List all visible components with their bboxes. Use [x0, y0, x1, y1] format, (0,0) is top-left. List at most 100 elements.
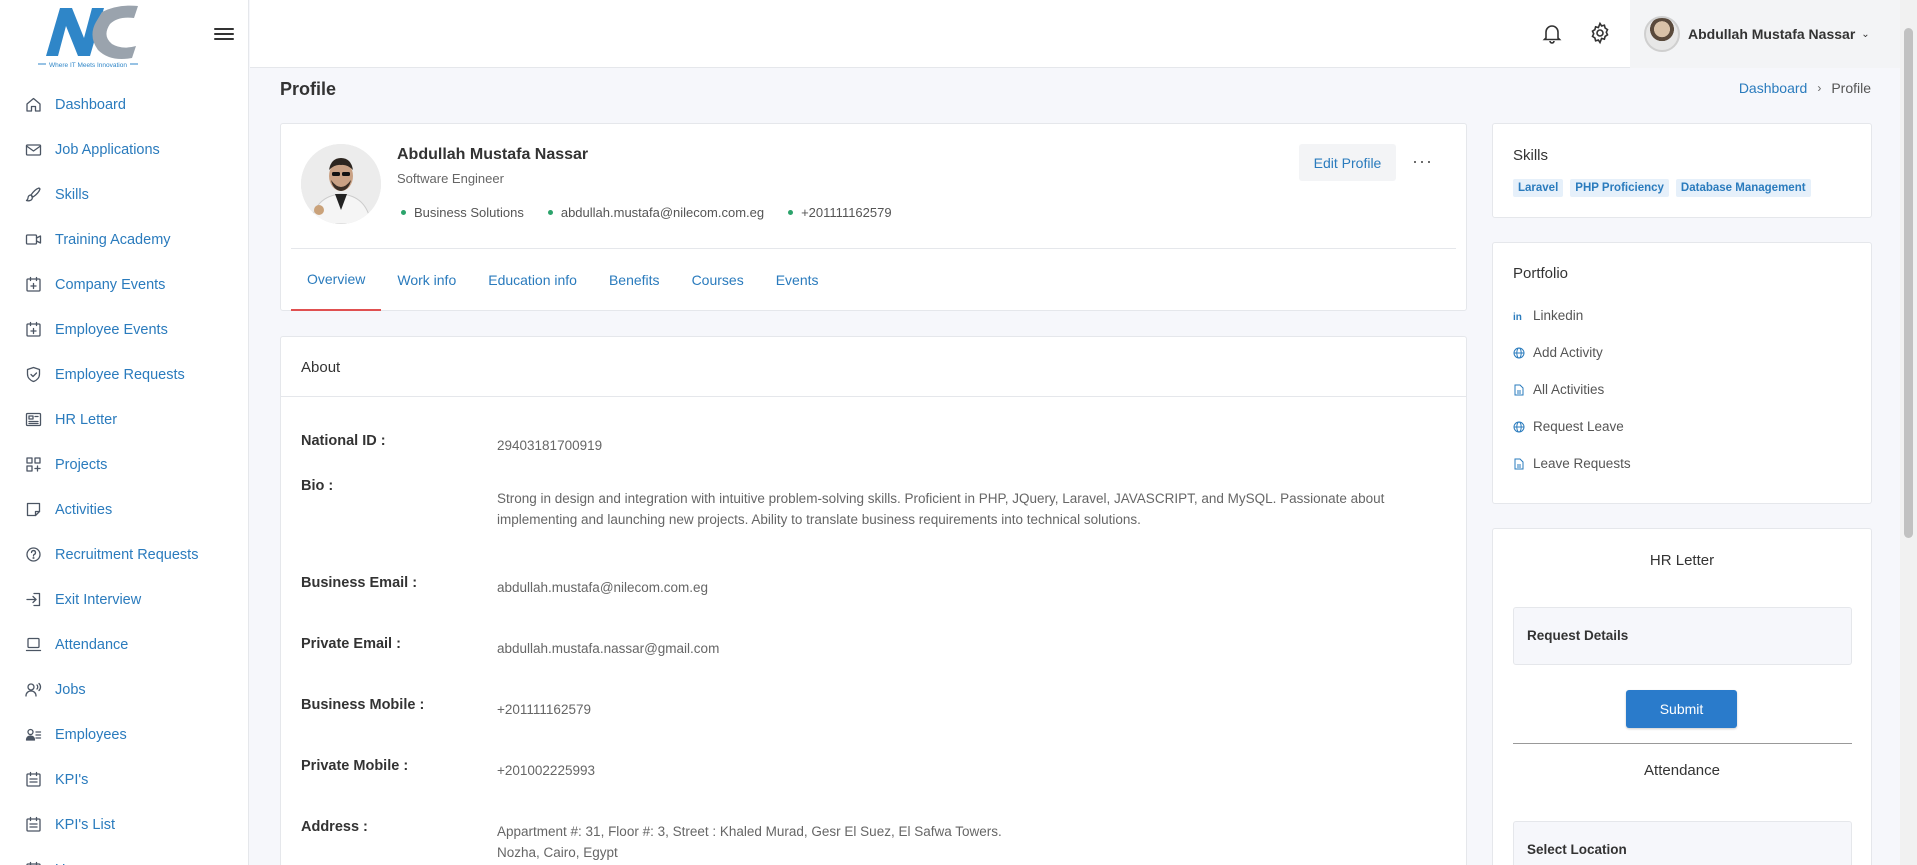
hr-letter-title: HR Letter	[1649, 552, 1715, 569]
sidebar-item-job-applications[interactable]: Job Applications	[0, 127, 249, 172]
chevron-down-icon: ⌄	[1861, 28, 1870, 40]
field-label: Address :	[301, 819, 368, 835]
sidebar-item-skills[interactable]: Skills	[0, 172, 249, 217]
page-title: Profile	[280, 79, 337, 99]
sidebar-item-label: Projects	[55, 456, 108, 473]
user-list-icon	[25, 726, 42, 743]
field-label: National ID :	[301, 433, 386, 449]
notification-bell-icon[interactable]	[1540, 21, 1564, 45]
edit-profile-button[interactable]: Edit Profile	[1299, 144, 1396, 181]
sidebar-item-hr-letter[interactable]: HR Letter	[0, 397, 249, 442]
tab-overview[interactable]: Overview	[291, 249, 382, 311]
sidebar-item-kpi-s[interactable]: KPI's	[0, 757, 249, 802]
divider	[1513, 743, 1852, 744]
note-icon	[25, 501, 42, 518]
calendar-list-icon	[25, 816, 42, 833]
hr-letter-card: HR Letter Request Details Submit Attenda…	[1492, 528, 1872, 865]
more-options-icon[interactable]: ···	[1412, 151, 1433, 172]
help-circle-icon	[25, 546, 42, 563]
portfolio-item-label: Request Leave	[1533, 419, 1624, 434]
sidebar-nav: Dashboard Job Applications Skills Training …	[0, 82, 249, 865]
request-details-field[interactable]: Request Details	[1513, 607, 1852, 665]
sidebar-item-label: KPI's	[55, 771, 89, 788]
sidebar-item-attendance[interactable]: Attendance	[0, 622, 249, 667]
sidebar-item-employee-events[interactable]: Employee Events	[0, 307, 249, 352]
brand-tagline: Where IT Meets Innovation	[49, 62, 127, 69]
field-value: 29403181700919	[497, 438, 603, 453]
sidebar-item-training-academy[interactable]: Training Academy	[0, 217, 249, 262]
brand-logo[interactable]: Where IT Meets Innovation	[38, 2, 168, 70]
scrollbar-thumb[interactable]	[1904, 28, 1913, 538]
file-icon	[1513, 458, 1525, 470]
sidebar-item-label: Employees	[55, 726, 127, 743]
skill-chip: Database Management	[1675, 179, 1811, 197]
tab-work-info[interactable]: Work info	[381, 249, 472, 311]
calendar-plus-icon	[25, 321, 42, 338]
select-location-field[interactable]: Select Location	[1513, 821, 1852, 865]
field-label: Bio :	[301, 478, 334, 494]
settings-gear-icon[interactable]	[1588, 21, 1612, 45]
profile-department: Business Solutions	[397, 205, 524, 220]
sidebar-item-company-events[interactable]: Company Events	[0, 262, 249, 307]
sign-in-icon	[25, 591, 42, 608]
portfolio-add-activity-link[interactable]: Add Activity	[1513, 345, 1603, 360]
sidebar-item-label: Job Applications	[55, 141, 160, 158]
portfolio-linkedin-link[interactable]: in Linkedin	[1513, 308, 1583, 323]
tab-education-info[interactable]: Education info	[472, 249, 593, 311]
tab-events[interactable]: Events	[760, 249, 835, 311]
sidebar-item-exit-interview[interactable]: Exit Interview	[0, 577, 249, 622]
portfolio-item-label: Leave Requests	[1533, 456, 1631, 471]
shield-icon	[25, 366, 42, 383]
field-label: Private Mobile :	[301, 758, 409, 774]
sidebar-item-projects[interactable]: Projects	[0, 442, 249, 487]
sidebar-item-label: Jobs	[55, 681, 86, 698]
field-value: +201111162579	[497, 702, 591, 717]
sidebar-item-recruitment-requests[interactable]: Recruitment Requests	[0, 532, 249, 577]
breadcrumb-current: Profile	[1831, 80, 1871, 96]
about-card: About National ID : 29403181700919 Bio :…	[280, 336, 1467, 865]
user-avatar	[1644, 16, 1680, 52]
grid-plus-icon	[25, 456, 42, 473]
portfolio-leave-requests-link[interactable]: Leave Requests	[1513, 456, 1631, 471]
calendar-plus-icon	[25, 276, 42, 293]
field-label: Business Mobile :	[301, 697, 425, 713]
sidebar-item-label: HR Letter	[55, 411, 118, 428]
menu-toggle-icon[interactable]	[214, 25, 234, 43]
sidebar-item-dashboard[interactable]: Dashboard	[0, 82, 249, 127]
sidebar-item-label: Skills	[55, 186, 89, 203]
sidebar-item-users[interactable]: Users	[0, 847, 249, 865]
laptop-icon	[25, 636, 42, 653]
profile-name: Abdullah Mustafa Nassar	[397, 146, 589, 163]
address-line-2: Nozha, Cairo, Egypt	[497, 845, 618, 860]
sidebar-item-employee-requests[interactable]: Employee Requests	[0, 352, 249, 397]
tab-benefits[interactable]: Benefits	[593, 249, 676, 311]
user-menu[interactable]: Abdullah Mustafa Nassar ⌄	[1630, 0, 1900, 68]
sidebar-item-jobs[interactable]: Jobs	[0, 667, 249, 712]
breadcrumb-dashboard-link[interactable]: Dashboard	[1739, 80, 1808, 96]
portfolio-all-activities-link[interactable]: All Activities	[1513, 382, 1604, 397]
sidebar-item-label: Exit Interview	[55, 591, 142, 608]
page-scrollbar[interactable]	[1900, 0, 1917, 865]
profile-meta: Business Solutions abdullah.mustafa@nile…	[397, 205, 892, 220]
tab-courses[interactable]: Courses	[676, 249, 760, 311]
svg-text:in: in	[1513, 312, 1522, 322]
sidebar-item-activities[interactable]: Activities	[0, 487, 249, 532]
globe-icon	[1513, 347, 1525, 359]
calendar-icon	[25, 861, 42, 865]
submit-button[interactable]: Submit	[1626, 690, 1737, 728]
mail-icon	[25, 141, 42, 158]
about-title: About	[281, 337, 1466, 397]
profile-photo	[301, 144, 381, 224]
profile-email: abdullah.mustafa@nilecom.com.eg	[544, 205, 764, 220]
sidebar-item-label: Attendance	[55, 636, 129, 653]
profile-phone: +201111162579	[784, 205, 892, 220]
field-label: Business Email :	[301, 575, 418, 591]
sidebar-item-employees[interactable]: Employees	[0, 712, 249, 757]
portfolio-card: Portfolio in Linkedin Add Activity All A…	[1492, 242, 1872, 504]
sidebar-item-label: Employee Events	[55, 321, 168, 338]
breadcrumb: Dashboard › Profile	[1739, 80, 1871, 96]
sidebar-item-label: Training Academy	[55, 231, 171, 248]
sidebar-item-kpi-s-list[interactable]: KPI's List	[0, 802, 249, 847]
brush-icon	[25, 186, 42, 203]
portfolio-request-leave-link[interactable]: Request Leave	[1513, 419, 1624, 434]
